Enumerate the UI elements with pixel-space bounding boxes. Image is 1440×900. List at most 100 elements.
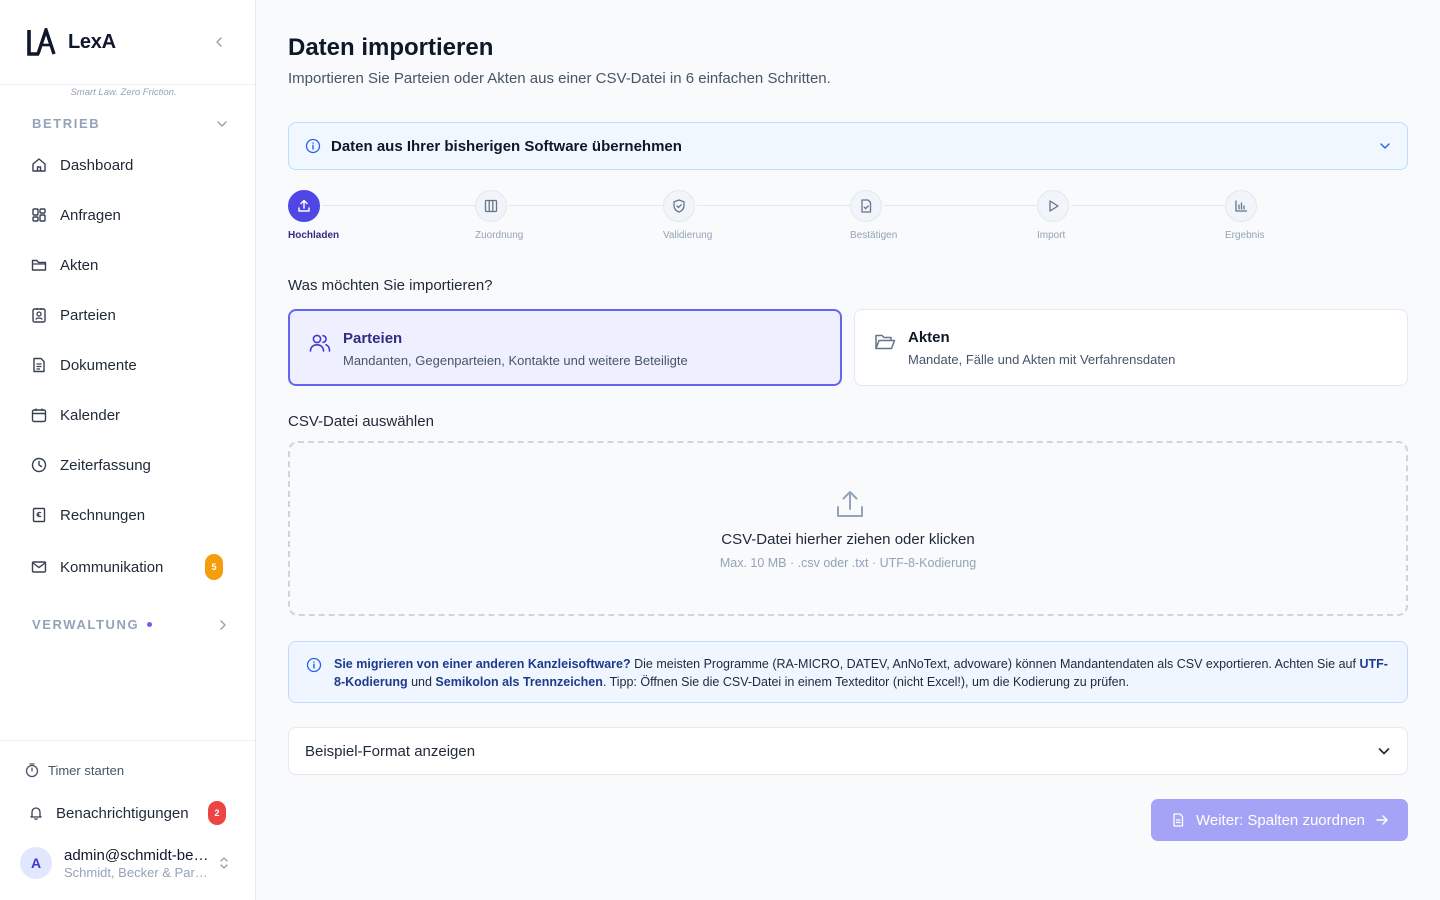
brand-header: LexA bbox=[0, 0, 255, 85]
info-icon bbox=[306, 657, 322, 673]
sidebar-footer: Timer starten Benachrichtigungen 2 A adm… bbox=[0, 740, 255, 900]
page-subtitle: Importieren Sie Parteien oder Akten aus … bbox=[288, 70, 831, 87]
import-type-title: Parteien bbox=[343, 330, 403, 347]
mail-icon bbox=[31, 561, 47, 573]
user-organization: Schmidt, Becker & Partner bbox=[64, 864, 210, 880]
section-verwaltung-header: VERWALTUNG bbox=[32, 617, 153, 632]
import-type-parteien[interactable]: Parteien Mandanten, Gegenparteien, Konta… bbox=[288, 309, 842, 386]
step-validierung-circle bbox=[663, 190, 695, 222]
start-timer-button[interactable]: Timer starten bbox=[24, 762, 124, 778]
notifications-label: Benachrichtigungen bbox=[56, 804, 189, 822]
step-connector bbox=[322, 205, 475, 206]
calendar-icon bbox=[31, 408, 47, 423]
section-verwaltung[interactable]: VERWALTUNG bbox=[32, 617, 228, 632]
sidebar-item-label: Anfragen bbox=[60, 206, 121, 224]
step-bestaetigen-circle bbox=[850, 190, 882, 222]
import-type-description: Mandanten, Gegenparteien, Kontakte und w… bbox=[343, 353, 688, 368]
sidebar-item-zeiterfassung[interactable]: Zeiterfassung bbox=[30, 447, 230, 483]
sidebar-item-label: Kalender bbox=[60, 406, 121, 424]
notifications-count-badge: 2 bbox=[208, 801, 226, 825]
sidebar-item-label: Akten bbox=[60, 256, 99, 274]
kommunikation-count-badge: 5 bbox=[205, 554, 223, 580]
chevron-down-icon bbox=[1380, 143, 1390, 149]
lexa-logo bbox=[27, 28, 56, 56]
arrow-right-icon bbox=[1376, 815, 1388, 825]
sidebar-item-label: Dokumente bbox=[60, 356, 137, 374]
sidebar-item-dokumente[interactable]: Dokumente bbox=[30, 347, 230, 383]
tip-text: . Tipp: Öffnen Sie die CSV-Datei in eine… bbox=[602, 675, 1130, 689]
section-betrieb-label: BETRIEB bbox=[32, 116, 101, 131]
step-zuordnung: Zuordnung bbox=[475, 190, 523, 241]
dropzone-title: CSV-Datei hierher ziehen oder klicken bbox=[721, 531, 975, 548]
grid-icon bbox=[32, 208, 46, 222]
step-connector bbox=[697, 205, 850, 206]
step-connector bbox=[509, 205, 663, 206]
collapse-sidebar-button[interactable] bbox=[208, 32, 230, 52]
user-email: admin@schmidt-becker.de bbox=[64, 846, 210, 864]
example-format-label: Beispiel-Format anzeigen bbox=[305, 742, 476, 760]
columns-icon bbox=[484, 199, 498, 213]
document-icon bbox=[33, 357, 45, 373]
import-type-description: Mandate, Fälle und Akten mit Verfahrensd… bbox=[908, 352, 1176, 367]
contact-icon bbox=[32, 308, 46, 323]
sidebar-item-kommunikation[interactable]: Kommunikation bbox=[30, 549, 230, 585]
step-import-circle bbox=[1037, 190, 1069, 222]
step-hochladen-circle bbox=[288, 190, 320, 222]
chevron-down-icon bbox=[217, 120, 227, 127]
step-validierung: Validierung bbox=[663, 190, 712, 241]
upload-icon bbox=[298, 199, 310, 212]
avatar: A bbox=[20, 847, 52, 879]
tip-emphasis: Sie migrieren von einer anderen Kanzleis… bbox=[334, 657, 631, 671]
migration-tip: Sie migrieren von einer anderen Kanzleis… bbox=[288, 641, 1408, 703]
csv-dropzone[interactable]: CSV-Datei hierher ziehen oder klicken Ma… bbox=[288, 441, 1408, 616]
import-type-akten[interactable]: Akten Mandate, Fälle und Akten mit Verfa… bbox=[854, 309, 1408, 386]
section-betrieb[interactable]: BETRIEB bbox=[32, 116, 228, 131]
next-map-columns-button[interactable]: Weiter: Spalten zuordnen bbox=[1151, 799, 1408, 841]
tip-text: und bbox=[407, 675, 436, 689]
migration-info-accordion[interactable]: Daten aus Ihrer bisherigen Software über… bbox=[288, 122, 1408, 170]
user-info: admin@schmidt-becker.de Schmidt, Becker … bbox=[64, 847, 210, 880]
chevron-left-icon bbox=[216, 37, 222, 47]
chevron-right-icon bbox=[220, 619, 226, 630]
step-connector bbox=[884, 205, 1037, 206]
play-icon bbox=[1049, 200, 1059, 212]
import-type-title: Akten bbox=[908, 329, 950, 346]
step-bestaetigen: Bestätigen bbox=[850, 190, 897, 241]
user-menu[interactable]: A admin@schmidt-becker.de Schmidt, Becke… bbox=[20, 845, 240, 881]
notifications-button[interactable]: Benachrichtigungen 2 bbox=[28, 801, 230, 825]
sidebar-item-label: Rechnungen bbox=[60, 506, 146, 524]
sidebar-item-parteien[interactable]: Parteien bbox=[30, 297, 230, 333]
app-name: LexA bbox=[68, 31, 116, 53]
step-label: Validierung bbox=[663, 230, 713, 241]
step-connector bbox=[1071, 205, 1225, 206]
step-label: Zuordnung bbox=[475, 230, 524, 241]
new-indicator-dot bbox=[147, 622, 153, 627]
step-import: Import bbox=[1037, 190, 1069, 241]
sidebar-item-akten[interactable]: Akten bbox=[30, 247, 230, 283]
info-icon bbox=[305, 138, 321, 154]
sidebar: LexA Smart Law. Zero Friction. BETRIEB D… bbox=[0, 0, 256, 900]
sidebar-item-rechnungen[interactable]: Rechnungen bbox=[30, 497, 230, 533]
chevron-down-icon bbox=[1378, 748, 1390, 755]
start-timer-label: Timer starten bbox=[48, 762, 125, 778]
step-hochladen: Hochladen bbox=[288, 190, 339, 241]
tip-emphasis: Semikolon als Trennzeichen bbox=[435, 675, 603, 689]
example-format-accordion[interactable]: Beispiel-Format anzeigen bbox=[288, 727, 1408, 775]
step-label: Ergebnis bbox=[1225, 230, 1265, 241]
step-ergebnis-circle bbox=[1225, 190, 1257, 222]
file-check-icon bbox=[861, 199, 872, 213]
users-icon bbox=[309, 334, 331, 352]
sidebar-item-anfragen[interactable]: Anfragen bbox=[30, 197, 230, 233]
chevrons-up-down-icon bbox=[220, 857, 228, 869]
folder-icon bbox=[31, 259, 47, 271]
step-ergebnis: Ergebnis bbox=[1225, 190, 1264, 241]
sidebar-item-dashboard[interactable]: Dashboard bbox=[30, 147, 230, 183]
sidebar-item-kalender[interactable]: Kalender bbox=[30, 397, 230, 433]
stopwatch-icon bbox=[25, 763, 39, 778]
shield-check-icon bbox=[673, 199, 685, 213]
import-stepper: Hochladen Zuordnung Validierung Bestätig… bbox=[288, 190, 1408, 246]
clock-icon bbox=[31, 457, 47, 473]
file-text-icon bbox=[1173, 813, 1184, 827]
dropzone-hint: Max. 10 MB · .csv oder .txt · UTF-8-Kodi… bbox=[719, 556, 977, 570]
folder-open-icon bbox=[875, 334, 896, 350]
